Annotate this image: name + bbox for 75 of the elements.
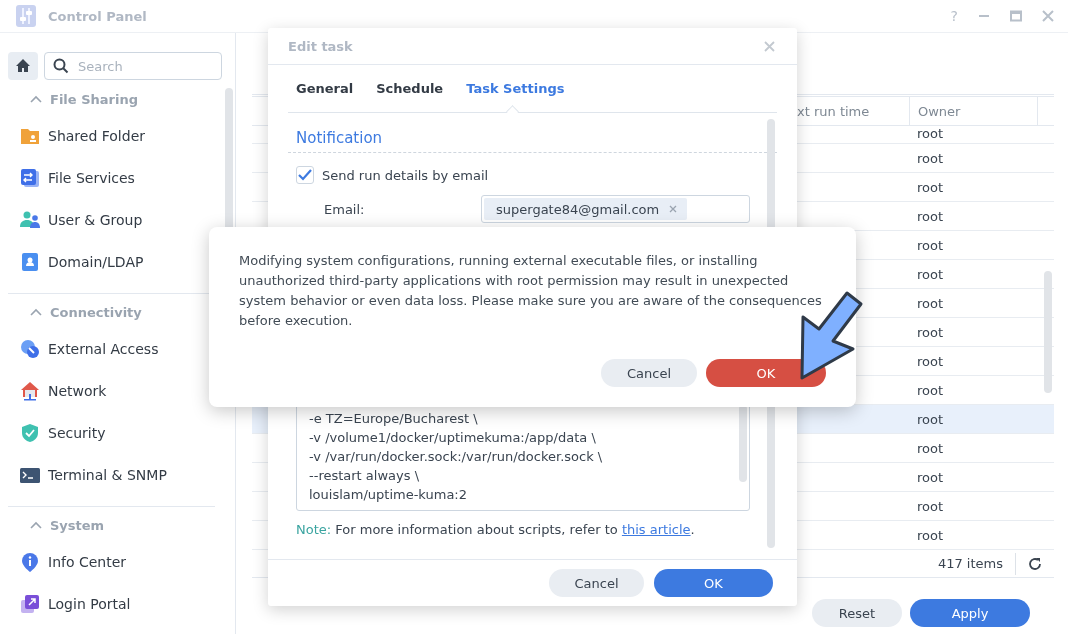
contact-card-icon <box>20 252 40 272</box>
scrollbar[interactable] <box>1044 271 1052 393</box>
swap-document-icon <box>20 168 40 188</box>
table-cell: root <box>917 266 944 282</box>
search-icon <box>53 58 69 74</box>
tab[interactable]: Schedule <box>376 81 444 96</box>
group-label: System <box>50 517 105 533</box>
table-cell: root <box>917 179 944 195</box>
search-field[interactable]: Search <box>44 52 222 80</box>
note-text: Note: For more information about scripts, refer to this article. <box>296 522 696 538</box>
sliders-icon <box>14 4 38 28</box>
table-cell: root <box>917 208 944 224</box>
sidebar-item[interactable]: Network <box>0 370 235 412</box>
action-button[interactable]: Apply <box>910 599 1030 627</box>
arrow-square-icon <box>20 594 40 614</box>
tab[interactable]: General <box>296 81 354 96</box>
table-cell: root <box>917 295 944 311</box>
table-cell: root <box>917 324 944 340</box>
sidebar-item[interactable]: Terminal & SNMP <box>0 454 235 496</box>
pointer-circle-icon <box>20 339 40 359</box>
close-icon[interactable] <box>764 40 775 52</box>
dialog-button[interactable]: Cancel <box>601 359 697 387</box>
column-header[interactable]: Owner <box>909 97 1038 125</box>
shield-icon <box>20 423 40 443</box>
home-icon <box>15 58 31 74</box>
dialog-button[interactable]: OK <box>654 569 773 597</box>
table-cell: root <box>917 353 944 369</box>
email-tag: supergate84@gmail.com <box>484 198 688 220</box>
table-cell: root <box>917 382 944 398</box>
folder-icon <box>20 126 40 146</box>
house-icon <box>20 381 40 401</box>
section-title: Notification <box>296 129 383 147</box>
checkbox[interactable] <box>296 166 314 184</box>
tab[interactable]: Task Settings <box>466 81 565 96</box>
caret-icon[interactable] <box>30 308 42 316</box>
window-title: Control Panel <box>48 8 147 24</box>
users-icon <box>20 210 40 230</box>
dialog-button[interactable]: Cancel <box>549 569 644 597</box>
close-icon[interactable] <box>1042 10 1054 22</box>
caret-icon[interactable] <box>30 521 42 529</box>
table-cell: root <box>917 498 944 514</box>
table-cell: root <box>917 469 944 485</box>
group-label: File Sharing <box>50 91 138 107</box>
sidebar-item[interactable]: Info Center <box>0 541 235 583</box>
sidebar-item[interactable]: Security <box>0 412 235 454</box>
refresh-icon[interactable] <box>1028 556 1042 571</box>
field-label: Email: <box>324 201 366 217</box>
sidebar-item[interactable]: File Services <box>0 157 235 199</box>
item-count: 417 items <box>937 556 1003 571</box>
email-field[interactable]: supergate84@gmail.com <box>481 195 750 223</box>
sidebar-item[interactable]: Shared Folder <box>0 115 235 157</box>
home-button[interactable] <box>8 52 38 80</box>
info-icon <box>20 552 40 572</box>
table-cell: root <box>917 150 944 166</box>
table-cell: root <box>917 527 944 543</box>
sidebar-item[interactable]: Login Portal <box>0 583 235 625</box>
warning-message: Modifying system configurations, running external executable files, or installing unauthorized third-party applications with root permission may result in unexpected system behavior or even data loss. Please make sure you are aware of the consequences before execution. <box>239 252 823 330</box>
column-header[interactable]: xt run time <box>797 97 909 125</box>
sidebar-item[interactable]: User & Group <box>0 199 235 241</box>
sidebar-item[interactable]: Domain/LDAP <box>0 241 235 283</box>
group-label: Connectivity <box>50 304 142 320</box>
table-cell: root <box>917 440 944 456</box>
dialog-title: Edit task <box>288 38 353 54</box>
table-cell: root <box>917 411 944 427</box>
action-button[interactable]: Reset <box>812 599 902 627</box>
table-cell: root <box>917 237 944 253</box>
terminal-icon <box>20 465 40 485</box>
checkbox-label: Send run details by email <box>322 167 489 183</box>
table-cell: root <box>917 126 944 141</box>
article-link[interactable]: this article <box>621 522 691 537</box>
sidebar-item[interactable]: External Access <box>0 328 235 370</box>
remove-icon[interactable] <box>669 205 678 213</box>
maximize-icon[interactable] <box>1010 10 1022 22</box>
caret-icon[interactable] <box>30 95 42 103</box>
dialog-button[interactable]: OK <box>706 359 826 387</box>
